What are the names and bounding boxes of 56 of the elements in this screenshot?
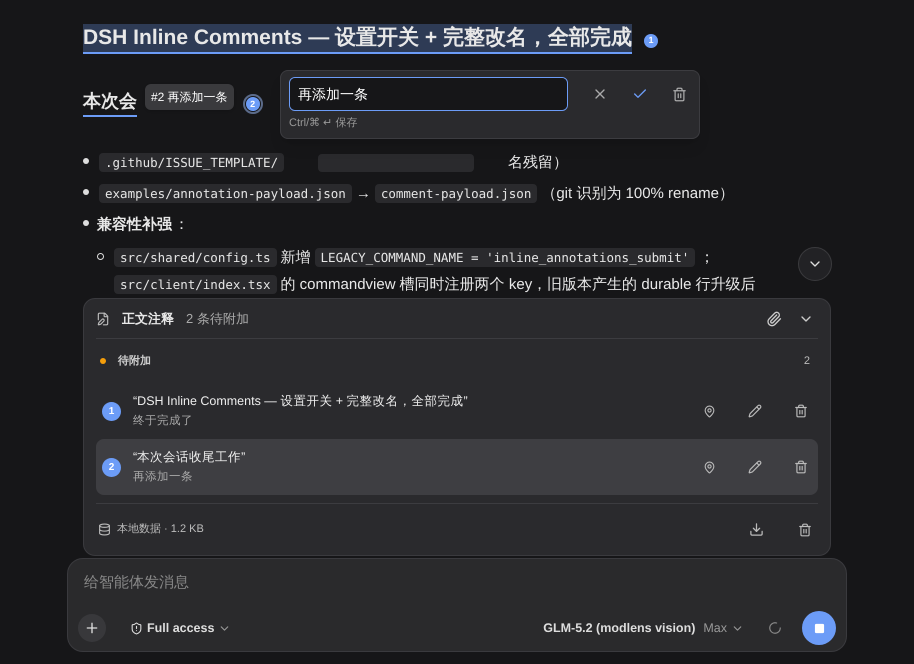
code-snippet: LEGACY_COMMAND_NAME = 'inline_annotations_submit' bbox=[314, 248, 696, 267]
add-button[interactable] bbox=[78, 614, 106, 642]
pencil-icon bbox=[748, 404, 762, 418]
code-snippet: src/client/index.tsx bbox=[114, 275, 277, 294]
shield-icon bbox=[130, 622, 143, 634]
shortcut-hint: Ctrl/⌘ ↵ 保存 bbox=[289, 116, 358, 131]
message-input[interactable]: 给智能体发消息 bbox=[78, 572, 836, 594]
annotation-icon bbox=[96, 312, 110, 326]
heading: 本次会 bbox=[83, 88, 137, 117]
paperclip-icon bbox=[766, 310, 782, 326]
stop-button[interactable] bbox=[802, 611, 836, 645]
number-badge: 1 bbox=[102, 402, 121, 420]
comment-note: 再添加一条 bbox=[133, 470, 194, 485]
bullet-icon bbox=[83, 220, 89, 226]
hollow-bullet-icon bbox=[97, 253, 104, 260]
map-pin-icon bbox=[703, 404, 716, 418]
number-badge: 2 bbox=[102, 458, 121, 476]
comment-note: 终于完成了 bbox=[133, 413, 194, 429]
map-pin-icon bbox=[703, 460, 716, 474]
heading: DSH Inline Comments — 设置开关 + 完整改名，全部完成 bbox=[83, 24, 632, 54]
plus-icon bbox=[84, 620, 100, 636]
code-snippet: src/shared/config.ts bbox=[114, 248, 277, 267]
model-dropdown[interactable]: GLM-5.2 (modlens vision) Max bbox=[543, 618, 744, 638]
trash-icon bbox=[672, 86, 687, 102]
body-text: 名残留） bbox=[508, 154, 568, 171]
body-text: 的 commandview 槽同时注册两个 key，旧版本产生的 durable 行升级后 bbox=[280, 276, 756, 293]
database-icon bbox=[98, 523, 111, 536]
bullet-icon bbox=[83, 158, 89, 164]
stop-icon bbox=[814, 622, 824, 634]
bullet-icon bbox=[83, 189, 89, 195]
body-text: （git 识别为 100% rename） bbox=[541, 185, 734, 202]
code-snippet: examples/annotation-payload.json bbox=[99, 184, 352, 203]
body-text: 新增 bbox=[280, 249, 311, 266]
download-icon bbox=[749, 522, 764, 537]
quoted-text: “DSH Inline Comments — 设置开关 + 完整改名，全部完成” bbox=[133, 393, 469, 410]
annotation-item[interactable]: 1 “DSH Inline Comments — 设置开关 + 完整改名，全部完成” 终于完成了 bbox=[96, 383, 818, 439]
bold-text: 兼容性补强 bbox=[97, 216, 172, 233]
section-count: 2 bbox=[804, 354, 810, 369]
annotation-item[interactable]: 2 “本次会话收尾工作” 再添加一条 bbox=[96, 439, 818, 495]
access-dropdown[interactable]: Full access bbox=[130, 618, 232, 638]
panel-title: 正文注释 bbox=[122, 310, 174, 328]
section-label: 待附加 bbox=[118, 354, 151, 369]
code-snippet: .github/ISSUE_TEMPLATE/ bbox=[99, 153, 284, 172]
pencil-icon bbox=[748, 460, 762, 474]
comment-input[interactable]: 再添加一条 bbox=[289, 77, 568, 111]
code-snippet: comment-payload.json bbox=[374, 184, 538, 203]
body-text: → bbox=[356, 185, 371, 202]
trash-icon bbox=[794, 404, 808, 418]
body-text: ： bbox=[174, 216, 189, 233]
tooltip: #2 再添加一条 bbox=[145, 84, 234, 110]
storage-info: 本地数据 · 1.2 KB bbox=[117, 522, 204, 538]
trash-icon bbox=[798, 522, 812, 536]
quoted-text: “本次会话收尾工作” bbox=[133, 449, 246, 466]
pending-count: 2 条待附加 bbox=[186, 310, 249, 328]
trash-icon bbox=[794, 460, 808, 474]
body-text: ； bbox=[699, 249, 714, 266]
